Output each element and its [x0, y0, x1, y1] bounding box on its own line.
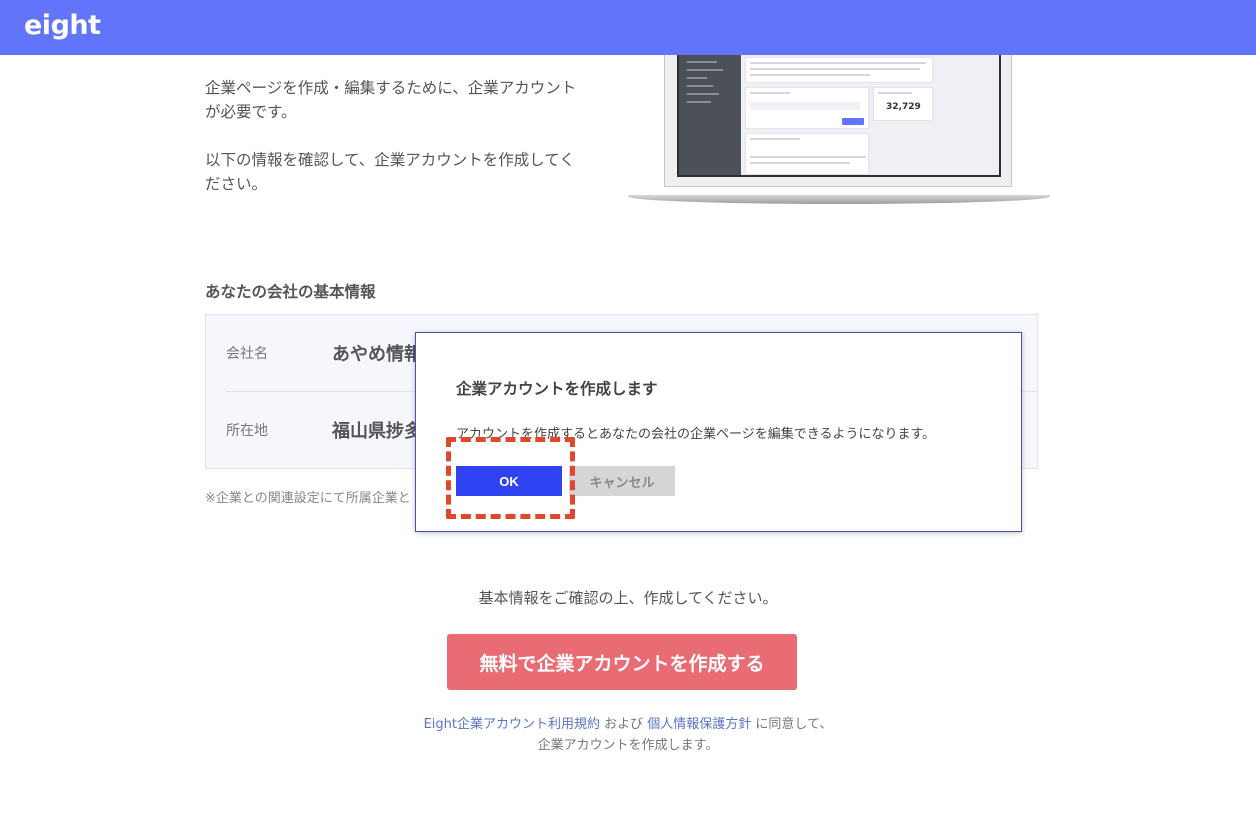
screen-sidebar — [679, 55, 741, 175]
terms-text: Eight企業アカウント利用規約 および 個人情報保護方針 に同意して、 企業ア… — [0, 714, 1256, 756]
address-value: 福山県捗多 — [332, 421, 422, 442]
address-label: 所在地 — [226, 423, 268, 439]
eight-logo[interactable]: eight — [24, 10, 101, 41]
company-name-value: あやめ情報 — [332, 344, 422, 365]
ok-button-highlight — [446, 437, 575, 519]
laptop-base — [628, 195, 1050, 204]
screen-main: 32,729 — [741, 55, 999, 175]
follower-count: 32,729 — [886, 102, 921, 112]
create-account-button[interactable]: 無料で企業アカウントを作成する — [447, 634, 797, 690]
top-bar: eight — [0, 0, 1256, 55]
agree-text: に同意して、 — [751, 717, 833, 732]
terms-of-use-link[interactable]: Eight企業アカウント利用規約 — [424, 717, 600, 732]
laptop-illustration: 32,729 — [628, 55, 1050, 207]
intro-paragraph-1: 企業ページを作成・編集するために、企業アカウントが必要です。 — [205, 79, 577, 121]
confirm-prompt: 基本情報をご確認の上、作成してください。 — [478, 589, 778, 607]
dialog-title: 企業アカウントを作成します — [456, 380, 658, 398]
intro-paragraph-2: 以下の情報を確認して、企業アカウントを作成してください。 — [205, 151, 575, 193]
laptop-screen: 32,729 — [664, 55, 1012, 187]
section-title: あなたの会社の基本情報 — [205, 283, 376, 301]
screen-content: 32,729 — [677, 55, 1001, 177]
and-text: および — [600, 717, 648, 732]
privacy-policy-link[interactable]: 個人情報保護方針 — [647, 717, 751, 732]
terms-line-2: 企業アカウントを作成します。 — [537, 738, 719, 753]
company-name-label: 会社名 — [226, 346, 268, 362]
affiliation-note: ※企業との関連設定にて所属企業と — [205, 491, 411, 506]
cancel-button[interactable]: キャンセル — [569, 466, 675, 496]
